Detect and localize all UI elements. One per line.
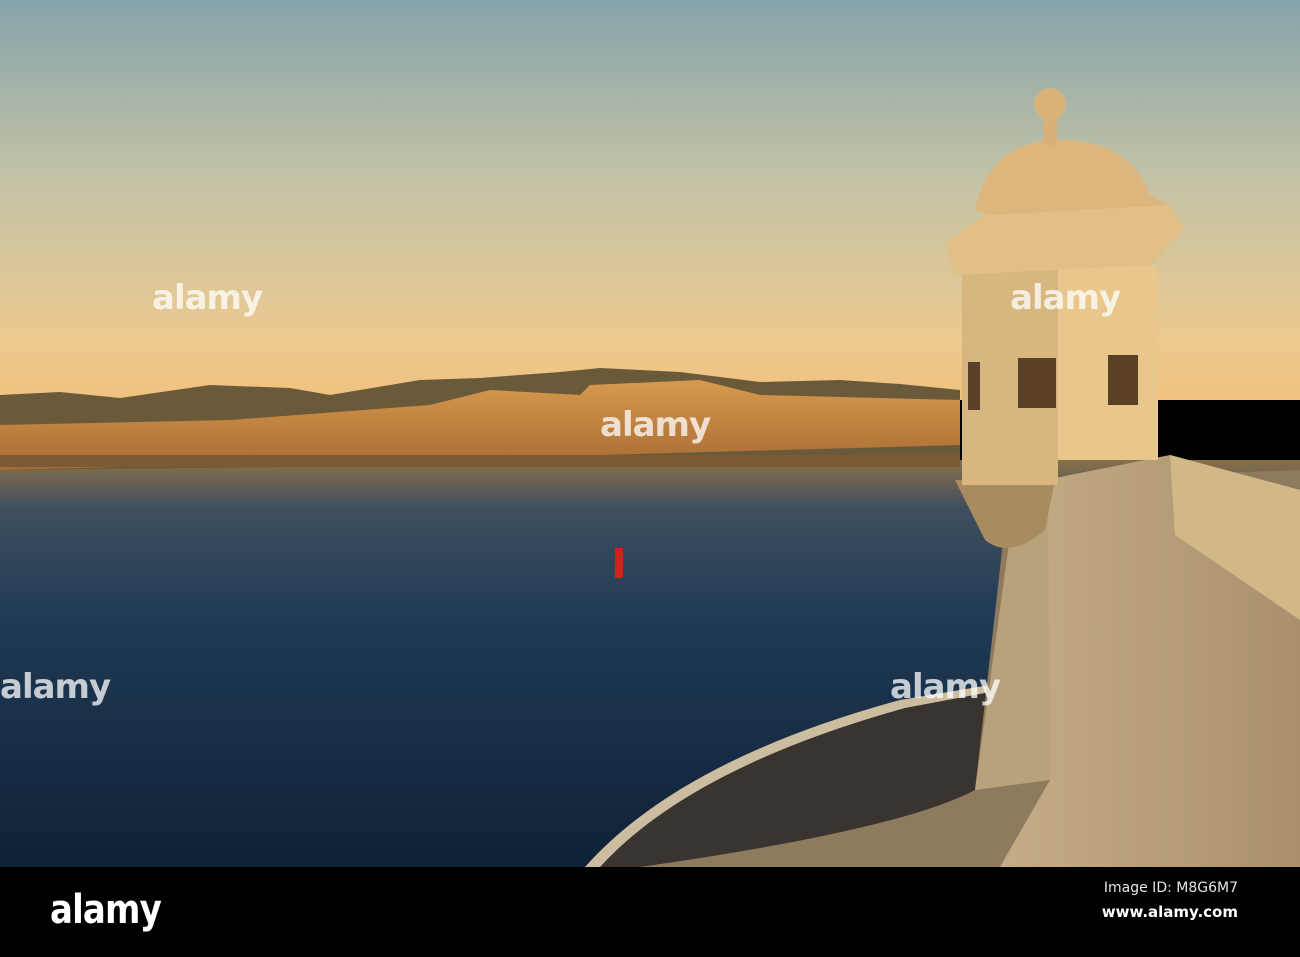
alamy-logo: alamy (50, 887, 162, 933)
watermark: alamy (890, 667, 1001, 707)
watermark: alamy (1010, 278, 1121, 318)
stock-photo-viewer: alamy alamy alamy alamy alamy alamy Imag… (0, 0, 1300, 957)
watermark: alamy (0, 667, 111, 707)
watermark: alamy (152, 278, 263, 318)
image-id: Image ID: M8G6M7 (1103, 880, 1238, 896)
footer-bar: alamy Image ID: M8G6M7 www.alamy.com (0, 867, 1300, 957)
buoy (615, 548, 623, 578)
site-url[interactable]: www.alamy.com (1102, 903, 1238, 921)
watermark: alamy (600, 405, 711, 445)
